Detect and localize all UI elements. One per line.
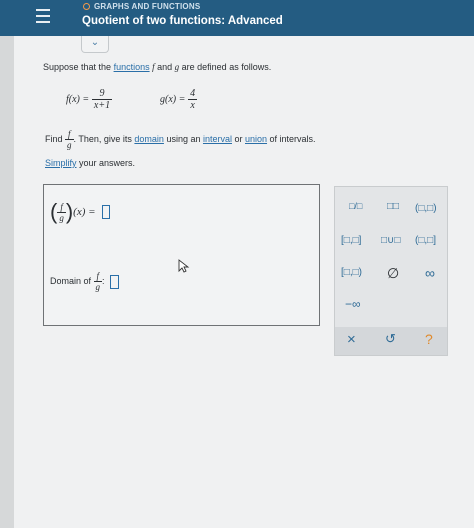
- f-definition: f(x) = 9 x+1: [66, 88, 113, 111]
- closed-closed-interval-button[interactable]: [□,□]: [341, 235, 361, 246]
- domain-label: Domain of: [50, 275, 92, 286]
- interval-link[interactable]: interval: [203, 134, 232, 144]
- union-link[interactable]: union: [245, 134, 267, 144]
- chevron-down-icon[interactable]: ⌄: [81, 36, 109, 53]
- using-text: using an: [163, 133, 203, 144]
- domain-denominator: g: [95, 282, 101, 292]
- quotient-row: ( f g )(x) =: [50, 199, 110, 225]
- of-intervals-text: of intervals.: [267, 133, 316, 144]
- menu-icon[interactable]: [36, 9, 50, 23]
- find-then: . Then, give its: [73, 133, 135, 144]
- f-denominator: x+1: [93, 100, 111, 111]
- top-bar: GRAPHS AND FUNCTIONS Quotient of two fun…: [0, 0, 474, 36]
- power-button[interactable]: □□: [387, 201, 399, 212]
- closed-open-interval-button[interactable]: [□,□): [341, 267, 362, 278]
- simplify-link[interactable]: Simplify: [45, 158, 77, 168]
- intro-mid: and: [154, 62, 175, 72]
- find-instruction: Find f g . Then, give its domain using a…: [45, 129, 316, 150]
- open-open-interval-button[interactable]: (□,□): [415, 203, 437, 214]
- open-closed-interval-button[interactable]: (□,□]: [415, 235, 436, 246]
- your-answers-text: your answers.: [76, 158, 136, 168]
- left-paren: (: [50, 199, 58, 224]
- topic-status-icon: [83, 3, 90, 10]
- palette-footer: × ↺ ?: [335, 327, 447, 355]
- domain-answer-input[interactable]: [110, 274, 120, 289]
- problem-intro: Suppose that the functions f and g are d…: [43, 62, 271, 72]
- f-numerator: 9: [91, 88, 113, 100]
- domain-link[interactable]: domain: [134, 134, 164, 144]
- g-fraction: 4 x: [188, 88, 198, 111]
- simplify-instruction: Simplify your answers.: [45, 158, 135, 168]
- intro-text: Suppose that the: [43, 62, 114, 72]
- math-palette: □/□ □□ (□,□) [□,□] □∪□ (□,□] [□,□) ∅ ∞ −…: [334, 186, 448, 356]
- negative-infinity-button[interactable]: −∞: [345, 297, 361, 311]
- g-lhs: g(x) =: [160, 94, 186, 106]
- find-fraction: f g: [65, 129, 74, 150]
- g-denominator: x: [190, 100, 195, 111]
- empty-set-button[interactable]: ∅: [387, 265, 399, 282]
- clear-button[interactable]: ×: [347, 331, 356, 348]
- find-numerator: f: [65, 129, 74, 140]
- or-text: or: [231, 133, 245, 144]
- answer-box: ( f g )(x) = Domain of f g :: [43, 184, 320, 326]
- domain-row: Domain of f g :: [50, 271, 120, 292]
- quotient-answer-input[interactable]: [101, 205, 110, 219]
- domain-colon: :: [102, 275, 105, 286]
- f-lhs: f(x) =: [66, 94, 90, 106]
- quotient-fraction: f g: [57, 202, 66, 223]
- f-fraction: 9 x+1: [91, 88, 113, 111]
- intro-post: are defined as follows.: [179, 62, 272, 72]
- domain-numerator: f: [93, 271, 103, 282]
- quotient-numerator: f: [57, 202, 66, 213]
- find-denominator: g: [67, 140, 72, 150]
- union-button[interactable]: □∪□: [381, 235, 400, 246]
- infinity-button[interactable]: ∞: [425, 265, 435, 281]
- functions-link[interactable]: functions: [114, 62, 150, 72]
- mouse-pointer-icon: [178, 259, 190, 273]
- topic-label: GRAPHS AND FUNCTIONS: [94, 2, 201, 11]
- find-word: Find: [45, 133, 63, 144]
- quotient-arg: (x) =: [73, 205, 96, 218]
- help-button[interactable]: ?: [425, 331, 433, 347]
- quotient-denominator: g: [59, 212, 64, 223]
- g-numerator: 4: [188, 88, 198, 100]
- fraction-button[interactable]: □/□: [349, 201, 362, 211]
- page-title: Quotient of two functions: Advanced: [82, 15, 283, 27]
- undo-button[interactable]: ↺: [385, 331, 396, 347]
- g-definition: g(x) = 4 x: [160, 88, 198, 111]
- domain-fraction: f g: [93, 271, 103, 292]
